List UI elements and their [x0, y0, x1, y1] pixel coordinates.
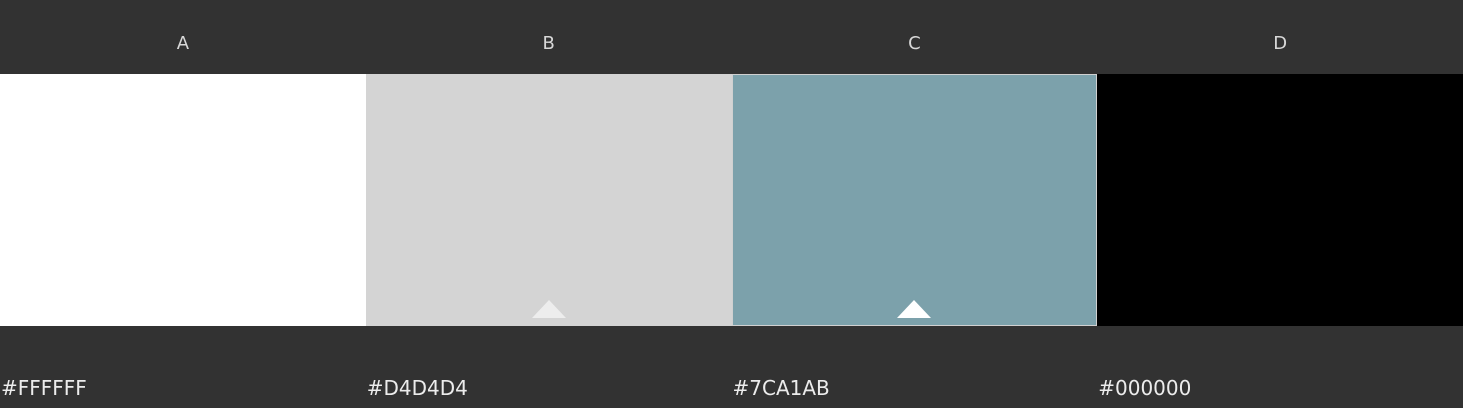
swatch-c[interactable] — [731, 74, 1098, 326]
swatch-label-d: D — [1273, 33, 1288, 54]
hex-code-a: #FFFFFF — [1, 376, 87, 400]
hex-code-b: #D4D4D4 — [366, 376, 468, 400]
swatch-label-a: A — [176, 33, 190, 54]
swatch-d[interactable] — [1097, 74, 1463, 326]
hex-codes: #FFFFFF #D4D4D4 #7CA1AB #000000 — [0, 326, 1463, 408]
hex-code-d: #000000 — [1098, 376, 1192, 400]
swatch-a[interactable] — [0, 74, 366, 326]
color-palette: A B C D #FFFFFF #D4D4D4 #7CA1AB #000000 — [0, 0, 1463, 408]
swatch-row — [0, 74, 1463, 326]
swatch-marker-icon — [531, 300, 566, 318]
hex-code-c: #7CA1AB — [732, 376, 830, 400]
swatch-label-c: C — [908, 33, 921, 54]
swatch-marker-icon — [897, 300, 932, 318]
swatch-labels: A B C D — [0, 0, 1463, 74]
swatch-b[interactable] — [365, 74, 732, 326]
swatch-label-b: B — [542, 33, 555, 54]
